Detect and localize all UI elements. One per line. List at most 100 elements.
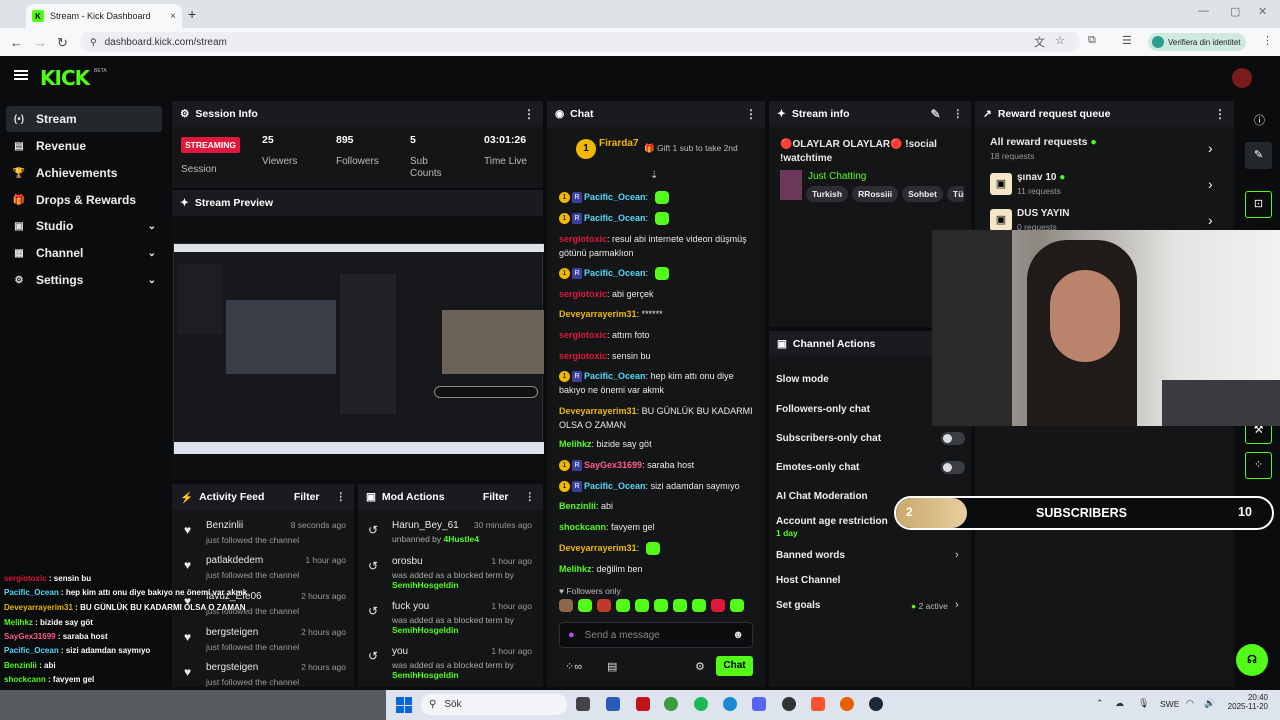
chat-username[interactable]: Pacific_Ocean [584, 213, 646, 223]
reading-list-icon[interactable]: ☰ [1122, 34, 1132, 47]
address-bar[interactable]: ⚲ dashboard.kick.com/stream [80, 32, 1080, 52]
edge-icon[interactable] [723, 697, 737, 711]
chat-username[interactable]: Pacific_Ocean [584, 371, 646, 381]
mod-by[interactable]: SemihHosgeldin [392, 625, 459, 635]
emote[interactable] [654, 599, 668, 612]
emote[interactable] [711, 599, 725, 612]
volume-icon[interactable]: 🔊 [1204, 698, 1215, 709]
chevron-right-icon[interactable]: › [1208, 212, 1213, 228]
close-tab-icon[interactable]: × [170, 11, 176, 22]
emote[interactable] [635, 599, 649, 612]
more-options-icon[interactable]: ⋮ [953, 108, 964, 120]
sidebar-item-stream[interactable]: (•) Stream [6, 106, 162, 132]
emotes-only-toggle[interactable] [941, 461, 965, 474]
followers-only-item[interactable]: Followers-only chat [776, 404, 870, 415]
tag[interactable]: Turkish [806, 186, 849, 202]
chat-input[interactable]: ● Send a message ☻ [559, 622, 753, 648]
more-options-icon[interactable]: ⋮ [1214, 107, 1226, 121]
window-close-icon[interactable]: ✕ [1258, 5, 1267, 18]
chevron-right-icon[interactable]: › [1208, 176, 1213, 192]
mod-by[interactable]: SemihHosgeldin [392, 670, 459, 680]
back-icon[interactable]: ← [10, 35, 23, 50]
more-options-icon[interactable]: ⋮ [523, 107, 535, 121]
task-view-icon[interactable] [576, 697, 590, 711]
discord-icon[interactable] [752, 697, 766, 711]
tray-chevron-icon[interactable]: ⌃ [1096, 698, 1104, 709]
chat-username[interactable]: sergiotoxic [559, 289, 607, 299]
chat-username[interactable]: Pacific_Ocean [584, 268, 646, 278]
sidebar-item-channel[interactable]: ▦ Channel ⌄ [6, 240, 162, 266]
subscribers-only-toggle[interactable] [941, 432, 965, 445]
chat-username[interactable]: Deveyarrayerim31 [559, 543, 637, 553]
site-info-icon[interactable]: ⚲ [90, 37, 97, 48]
chat-username[interactable]: Benzinlii [559, 501, 596, 511]
emote[interactable] [692, 599, 706, 612]
support-icon[interactable]: ☊ [1236, 644, 1268, 676]
steam-icon[interactable] [869, 697, 883, 711]
preview-video[interactable] [173, 243, 544, 454]
edit-layout-icon[interactable]: ✎ [1245, 142, 1272, 169]
scroll-down-icon[interactable]: ⇣ [650, 170, 658, 181]
mod-by[interactable]: SemihHosgeldin [392, 580, 459, 590]
emote[interactable] [559, 599, 573, 612]
sidebar-item-studio[interactable]: ▣ Studio ⌄ [6, 213, 162, 239]
app-icon[interactable] [606, 697, 620, 711]
forward-icon[interactable]: → [34, 35, 47, 50]
sidebar-item-drops[interactable]: 🎁 Drops & Rewards [6, 187, 162, 213]
brave-icon[interactable] [811, 697, 825, 711]
kick-logo[interactable]: KICK [40, 66, 90, 90]
firefox-icon[interactable] [840, 697, 854, 711]
chat-username[interactable]: SayGex31699 [584, 460, 642, 470]
emote[interactable] [578, 599, 592, 612]
maximize-icon[interactable]: ▢ [1230, 5, 1240, 18]
points-icon[interactable]: ⁘∞ [565, 660, 582, 673]
widget-icon[interactable]: ⊡ [1245, 191, 1272, 218]
mic-icon[interactable]: ● [568, 629, 575, 641]
more-options-icon[interactable]: ⋮ [745, 107, 757, 121]
chat-settings-icon[interactable]: ⚙ [695, 660, 705, 673]
host-channel-item[interactable]: Host Channel [776, 575, 840, 586]
mod-by[interactable]: 4Hustle4 [444, 534, 479, 544]
chat-username[interactable]: sergiotoxic [559, 330, 607, 340]
set-goals-item[interactable]: Set goals [776, 600, 820, 611]
store-icon[interactable]: ▤ [607, 660, 617, 673]
filter-button[interactable]: Filter [483, 491, 509, 503]
start-icon[interactable] [396, 697, 412, 713]
chat-username[interactable]: Deveyarrayerim31 [559, 406, 637, 416]
edit-icon[interactable]: ✎ [930, 107, 940, 121]
ai-moderation-item[interactable]: AI Chat Moderation [776, 491, 868, 502]
gift-sub-prompt[interactable]: 🎁 Gift 1 sub to take 2nd [644, 143, 738, 154]
user-avatar[interactable] [1232, 68, 1252, 88]
mic-tray-icon[interactable]: 🎙 [1138, 698, 1149, 709]
chevron-right-icon[interactable]: › [1208, 140, 1213, 156]
bookmark-star-icon[interactable]: ☆ [1055, 34, 1065, 47]
spotify-icon[interactable] [694, 697, 708, 711]
chat-username[interactable]: sergiotoxic [559, 351, 607, 361]
account-age-item[interactable]: Account age restriction [776, 516, 888, 527]
more-options-icon[interactable]: ⋮ [525, 491, 536, 503]
browser-tab[interactable]: K Stream - Kick Dashboard × [26, 4, 182, 28]
emote[interactable] [730, 599, 744, 612]
chat-username[interactable]: Melihkz [559, 564, 592, 574]
new-tab-button[interactable]: + [188, 6, 196, 22]
banned-words-item[interactable]: Banned words [776, 550, 845, 561]
chat-username[interactable]: Deveyarrayerim31 [559, 309, 637, 319]
tag[interactable]: RRossiii [852, 186, 899, 202]
reward-item-name[interactable]: şınav 10 ● [1017, 172, 1065, 183]
netflix-icon[interactable] [636, 697, 650, 711]
slow-mode-item[interactable]: Slow mode [776, 374, 829, 385]
extensions-icon[interactable]: ⧉ [1088, 34, 1096, 47]
sidebar-item-settings[interactable]: ⚙ Settings ⌄ [6, 267, 162, 293]
sidebar-item-revenue[interactable]: ▤ Revenue [6, 133, 162, 159]
filter-button[interactable]: Filter [294, 491, 320, 503]
wifi-icon[interactable]: ◠ [1186, 698, 1194, 709]
reward-item-name[interactable]: DUS YAYIN [1017, 208, 1069, 219]
profile-button[interactable]: Verifiera din identitet [1148, 33, 1246, 51]
chat-username[interactable]: sergiotoxic [559, 234, 607, 244]
category-name[interactable]: Just Chatting [808, 171, 866, 182]
emotes-only-item[interactable]: Emotes-only chat [776, 462, 859, 473]
emote[interactable] [673, 599, 687, 612]
widget-icon[interactable]: ⁘ [1245, 452, 1272, 479]
send-chat-button[interactable]: Chat [716, 656, 753, 676]
info-icon[interactable]: ⓘ [1254, 112, 1265, 128]
